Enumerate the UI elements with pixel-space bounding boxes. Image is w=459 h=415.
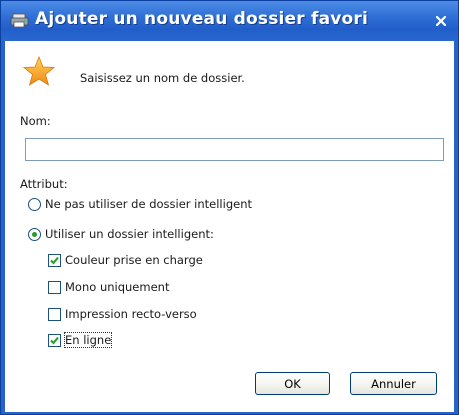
- cancel-button[interactable]: Annuler: [350, 372, 437, 395]
- radio-label: Ne pas utiliser de dossier intelligent: [45, 197, 252, 211]
- checkmark-icon: [50, 256, 59, 264]
- ok-button[interactable]: OK: [255, 372, 330, 395]
- checkbox-mono-only[interactable]: Mono uniquement: [48, 280, 169, 294]
- prompt-text: Saisissez un nom de dossier.: [80, 71, 245, 85]
- folder-name-input[interactable]: [25, 138, 444, 161]
- checkbox-label: Mono uniquement: [65, 280, 170, 294]
- window-title: Ajouter un nouveau dossier favori: [35, 9, 369, 29]
- checkbox-label: Impression recto-verso: [65, 307, 197, 321]
- dialog-body: Saisissez un nom de dossier. Nom: Attrib…: [5, 41, 454, 412]
- radio-no-smart-folder[interactable]: Ne pas utiliser de dossier intelligent: [28, 197, 252, 211]
- star-icon: [22, 55, 56, 86]
- checkbox-online[interactable]: En ligne: [48, 332, 113, 348]
- close-icon[interactable]: [433, 13, 449, 29]
- name-label: Nom:: [20, 114, 51, 128]
- dialog-window: Ajouter un nouveau dossier favori Saisis…: [0, 0, 459, 415]
- checkbox-duplex[interactable]: Impression recto-verso: [48, 307, 197, 321]
- checkbox-label: Couleur prise en charge: [65, 253, 203, 267]
- checkbox-label: En ligne: [63, 332, 113, 348]
- printer-app-icon: [10, 13, 29, 28]
- checkmark-icon: [50, 336, 59, 344]
- checkbox[interactable]: [48, 280, 61, 294]
- radio-button[interactable]: [28, 197, 41, 211]
- checkbox[interactable]: [48, 333, 61, 347]
- checkbox[interactable]: [48, 253, 61, 267]
- attribute-label: Attribut:: [20, 177, 68, 191]
- radio-button[interactable]: [28, 227, 41, 241]
- radio-use-smart-folder[interactable]: Utiliser un dossier intelligent:: [28, 227, 214, 241]
- radio-label: Utiliser un dossier intelligent:: [45, 227, 214, 241]
- title-bar[interactable]: Ajouter un nouveau dossier favori: [1, 1, 458, 41]
- checkbox-color-supported[interactable]: Couleur prise en charge: [48, 253, 203, 267]
- checkbox[interactable]: [48, 307, 61, 321]
